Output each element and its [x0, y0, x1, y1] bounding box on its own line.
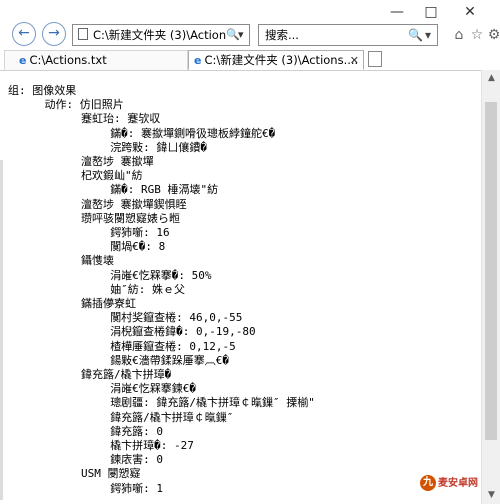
maximize-button[interactable]: □: [416, 2, 446, 22]
text-line: 闃堝€�: 8: [110, 240, 166, 254]
text-line: 鍔犻噺: 16: [110, 226, 170, 239]
arrow-right-icon: →: [48, 25, 60, 41]
tab-new-folder-actions[interactable]: e C:\新建文件夹 (3)\Actions.... ✕: [188, 50, 364, 70]
vertical-scrollbar[interactable]: ▲ ▼: [481, 70, 500, 504]
text-line: 璁剧疆: 鍏充簬/橇卞拼璋￠暣鏁″ 搮椾": [110, 396, 315, 410]
search-go-icon[interactable]: 🔍: [408, 24, 423, 46]
address-bar[interactable]: C:\新建文件夹 (3)\Action: [72, 24, 250, 46]
address-value: C:\新建文件夹 (3)\Action: [93, 28, 227, 42]
ie-logo-icon: e: [19, 54, 27, 67]
scroll-down-arrow-icon[interactable]: ▼: [482, 487, 500, 504]
search-dropdown-icon[interactable]: ▾: [425, 24, 431, 46]
text-line: 鍚敤€濇帶鍒跺厜搴︹€�: [110, 353, 230, 367]
text-line: 组: 图像效果: [8, 84, 77, 97]
text-line: 涓嶉€忔槑搴�: 50%: [110, 268, 212, 282]
text-line: 鏋�: 褰撳墠鍘嗗彶璁板綍鐘舵€�: [110, 126, 276, 140]
forward-button[interactable]: →: [42, 22, 66, 46]
scroll-up-arrow-icon[interactable]: ▲: [482, 70, 500, 87]
text-line: 鏋�: RGB 棰滆壊"紡: [110, 183, 219, 197]
text-line: 鍏充簬/橇卞拼璋�: [81, 368, 172, 381]
tab-bar: e C:\Actions.txt e C:\新建文件夹 (3)\Actions...…: [0, 48, 500, 71]
document-content: 组: 图像效果 动作: 仿旧照片 蹇虹珆: 蹇欤収 鏋�: 褰撳墠鍘嗗彶璁板綍鐘舵€�…: [6, 76, 480, 504]
text-line: 澶嶅埗 褰撳墠: [81, 155, 154, 168]
new-tab-button[interactable]: [368, 51, 382, 67]
text-line: 鑷愯壊: [81, 254, 114, 268]
watermark-logo-icon: 九: [420, 475, 436, 491]
minimize-button[interactable]: —: [382, 2, 412, 22]
text-line: 妯″紡: 姝ｅ父: [110, 282, 186, 296]
text-line: 涓嶉€忔槑搴鍊€�: [110, 382, 197, 396]
text-line: 闃村奖鑹查棬: 46,0,-55: [110, 311, 243, 325]
address-dropdown-icon[interactable]: ▾: [238, 24, 244, 46]
text-line: 瓒呯骇閿愬寲婊ら暅: [81, 211, 180, 225]
ie-logo-icon: e: [194, 54, 202, 67]
text-line: 鏋插儚寮虹: [81, 297, 136, 310]
watermark-text: 麦安卓网: [438, 478, 478, 489]
text-line: 鍏充簬: 0: [110, 424, 164, 438]
text-line: USM 閿愬寲: [81, 467, 141, 481]
text-line: 鍔犻噺: 1: [110, 481, 164, 495]
tab-actions-txt[interactable]: e C:\Actions.txt: [4, 50, 188, 70]
text-line: 蹇虹珆: 蹇欤収: [81, 112, 161, 126]
tab-label: C:\Actions.txt: [29, 53, 107, 67]
text-line: 杞欢鍜屾"紡: [81, 169, 143, 183]
text-line: 橇卞拼璋�: -27: [110, 439, 194, 452]
text-line: 动作: 仿旧照片: [44, 98, 124, 112]
text-line: 澶嶅埗 褰撳墠鍥惧眰: [81, 197, 187, 211]
site-watermark: 九麦安卓网: [420, 474, 478, 491]
arrow-left-icon: ←: [18, 25, 30, 41]
text-line: 楂樺厜鑹查棬: 0,12,-5: [110, 339, 236, 353]
tab-label: C:\新建文件夹 (3)\Actions....: [204, 53, 359, 67]
scroll-thumb[interactable]: [485, 102, 497, 440]
back-button[interactable]: ←: [12, 22, 36, 46]
text-line: 涓棿鑹查棬鍏�: 0,-19,-80: [110, 325, 256, 339]
side-panel-edge: [0, 160, 3, 500]
settings-gear-icon[interactable]: ⚙: [483, 24, 500, 46]
browser-chrome: — □ ✕ ← → C:\新建文件夹 (3)\Action 🔍 ▾ 搜索... …: [0, 0, 500, 48]
page-icon: [78, 28, 88, 40]
close-tab-icon[interactable]: ✕: [350, 51, 359, 69]
close-window-button[interactable]: ✕: [455, 2, 485, 22]
text-line: 鍊庡害: 0: [110, 453, 164, 467]
text-line: 浣跨敤: 鍏ㄩ儴鐨�: [110, 140, 208, 154]
text-line: 鍏充簬/橇卞拼璋￠暣鏁″: [110, 410, 234, 424]
